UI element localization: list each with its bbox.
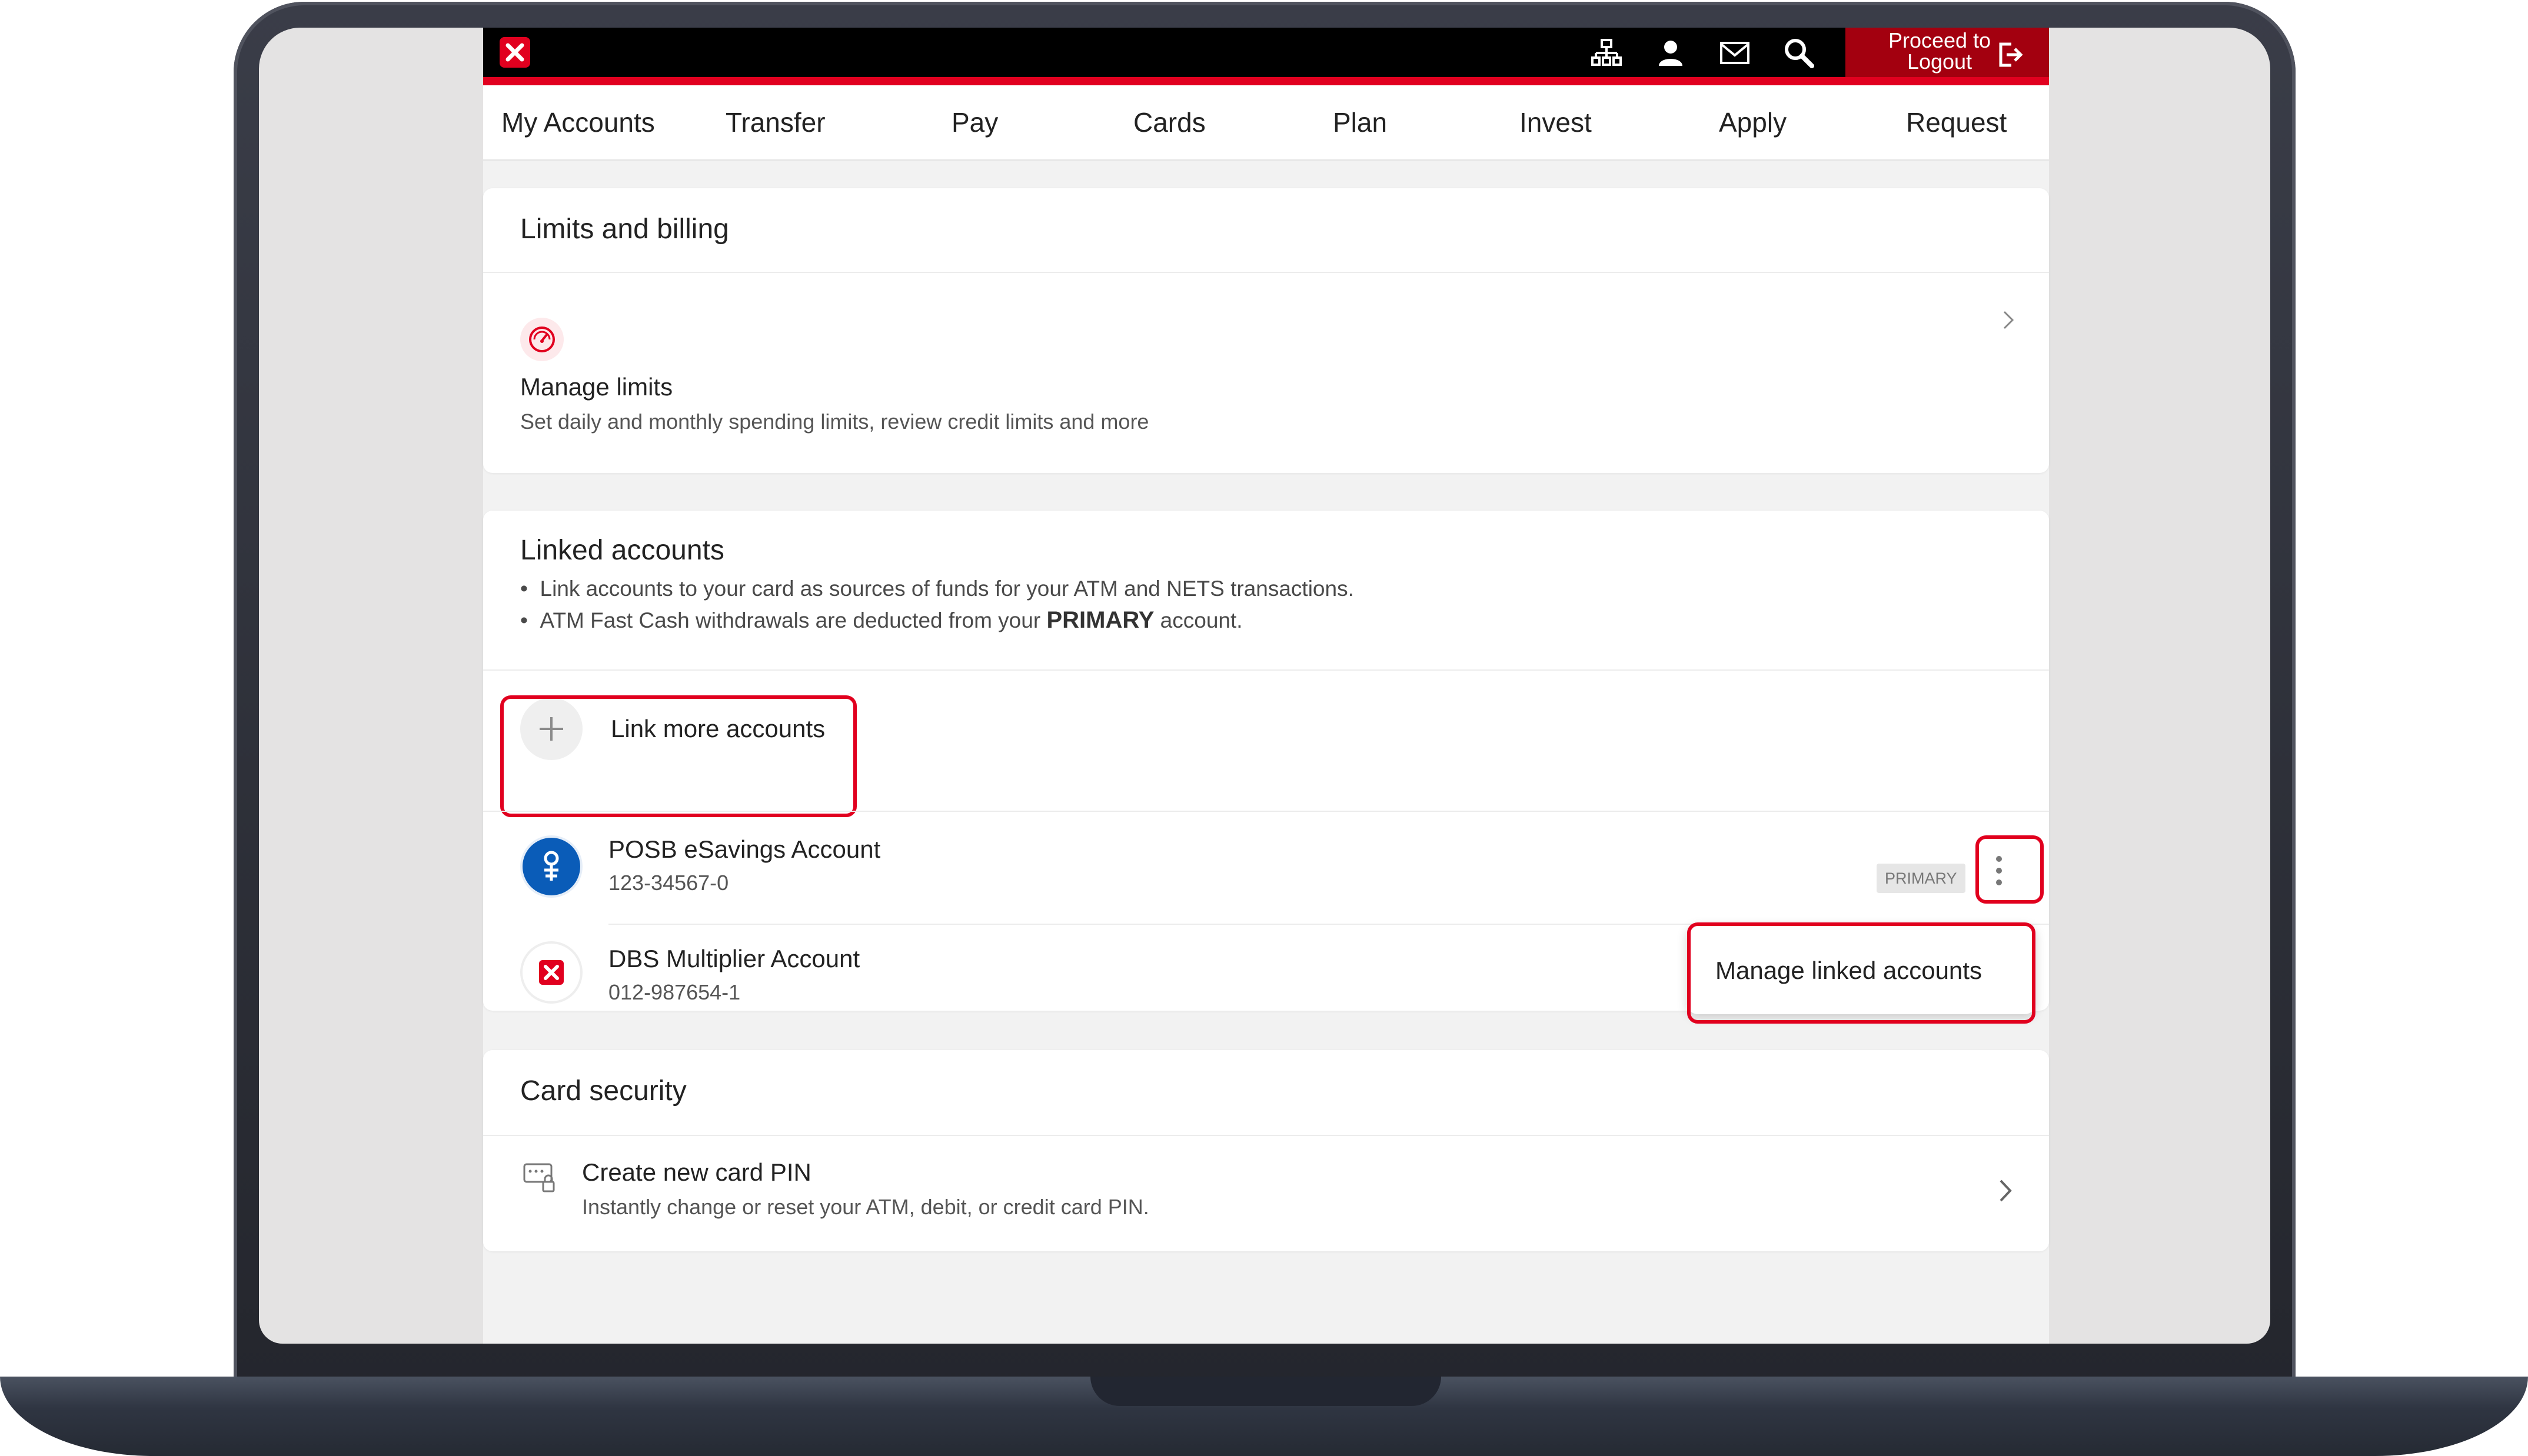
bullet-2-bold: PRIMARY (1046, 607, 1155, 633)
divider (483, 669, 2049, 671)
dbs-icon (520, 941, 583, 1004)
card-security-title: Card security (520, 1075, 687, 1107)
tab-transfer[interactable]: Transfer (726, 85, 826, 159)
create-pin-desc: Instantly change or reset your ATM, debi… (582, 1195, 1149, 1219)
create-pin-title: Create new card PIN (582, 1158, 811, 1186)
linked-accounts-card: Linked accounts • Link accounts to your … (483, 511, 2049, 1024)
create-card-pin-item[interactable]: Create new card PIN Instantly change or … (483, 1136, 2049, 1251)
logout-icon (1997, 41, 2025, 72)
logout-label-line1: Proceed to (1888, 28, 1991, 52)
search-icon[interactable] (1779, 35, 1818, 71)
banking-app: Proceed to Logout My Accounts Transfer P… (483, 28, 2049, 1344)
account-row[interactable]: POSB eSavings Account 123-34567-0 PRIMAR… (483, 812, 2049, 924)
manage-limits-item[interactable]: Manage limits Set daily and monthly spen… (483, 273, 2049, 473)
account-number: 012-987654-1 (608, 980, 741, 1004)
tab-plan[interactable]: Plan (1333, 85, 1387, 159)
laptop-hinge (1090, 1377, 1441, 1406)
bullet-1: Link accounts to your card as sources of… (540, 577, 1354, 601)
bullet-2-pre: ATM Fast Cash withdrawals are deducted f… (540, 608, 1047, 632)
mail-icon[interactable] (1715, 35, 1754, 71)
linked-accounts-title: Linked accounts (520, 535, 724, 566)
tab-invest[interactable]: Invest (1519, 85, 1592, 159)
highlight-box (1687, 922, 2035, 1024)
chevron-right-icon (2002, 309, 2015, 334)
tab-my-accounts[interactable]: My Accounts (501, 85, 655, 159)
dbs-logo[interactable] (500, 37, 530, 68)
limits-card: Limits and billing Manage limits Set dai… (483, 188, 2049, 473)
brand-red-line (483, 77, 2049, 85)
profile-icon[interactable] (1651, 35, 1690, 71)
tab-apply[interactable]: Apply (1719, 85, 1787, 159)
sitemap-icon[interactable] (1587, 35, 1626, 71)
chevron-right-icon (1998, 1178, 2013, 1206)
highlight-box (1975, 835, 2044, 904)
bullet-text: • ATM Fast Cash withdrawals are deducted… (520, 607, 1243, 633)
account-number: 123-34567-0 (608, 871, 729, 895)
manage-limits-desc: Set daily and monthly spending limits, r… (520, 409, 1149, 434)
speedometer-icon (520, 318, 564, 361)
tab-pay[interactable]: Pay (952, 85, 998, 159)
logout-label-line2: Logout (1907, 49, 1972, 74)
bullet-text: • Link accounts to your card as sources … (520, 577, 1354, 601)
highlight-box (500, 695, 857, 817)
tab-request[interactable]: Request (1906, 85, 2007, 159)
account-name: DBS Multiplier Account (608, 945, 860, 972)
card-security-card: Card security Create new card PIN Instan… (483, 1050, 2049, 1251)
posb-icon (520, 835, 583, 898)
manage-limits-title: Manage limits (520, 373, 673, 401)
laptop-screen: Proceed to Logout My Accounts Transfer P… (259, 28, 2270, 1344)
limits-title: Limits and billing (520, 214, 729, 245)
primary-badge: PRIMARY (1877, 864, 1965, 893)
main-nav: My Accounts Transfer Pay Cards Plan Inve… (483, 85, 2049, 161)
tab-cards[interactable]: Cards (1133, 85, 1206, 159)
top-bar: Proceed to Logout (483, 28, 2049, 85)
account-name: POSB eSavings Account (608, 835, 881, 863)
bullet-2-post: account. (1154, 608, 1243, 632)
card-pin-icon (523, 1162, 557, 1197)
